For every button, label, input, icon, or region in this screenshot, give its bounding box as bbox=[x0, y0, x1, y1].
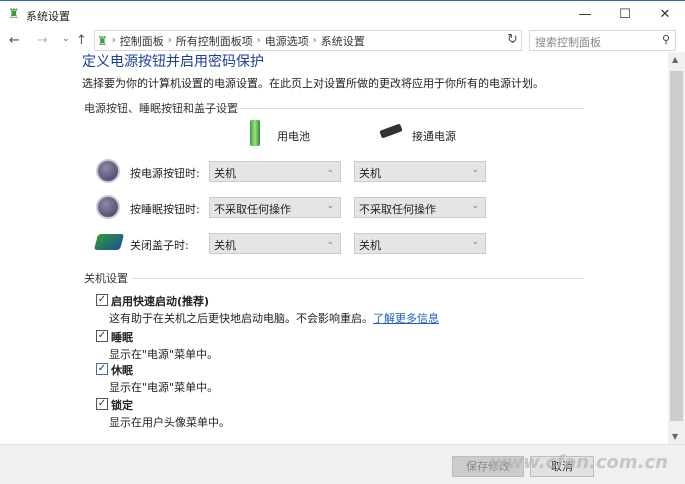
row-label: 关闭盖子时: bbox=[130, 239, 189, 252]
minimize-button[interactable]: — bbox=[565, 3, 605, 27]
plugged-column-label: 接通电源 bbox=[412, 130, 456, 143]
fast-startup-desc: 这有助于在关机之后更快地启动电脑。不会影响重启。了解更多信息 bbox=[109, 310, 439, 326]
chevron-down-icon: ⌄ bbox=[326, 201, 334, 211]
fast-startup-label: 启用快速启动(推荐) bbox=[111, 295, 210, 308]
forward-button[interactable]: → bbox=[37, 33, 48, 48]
search-icon[interactable]: ⚲ bbox=[662, 33, 670, 46]
chevron-down-icon: ⌄ bbox=[326, 165, 334, 175]
power-plug-icon bbox=[379, 123, 403, 139]
lock-checkbox[interactable]: ✓ bbox=[96, 398, 108, 410]
sleep-button-battery-select[interactable]: 不采取任何操作 ⌄ bbox=[209, 197, 341, 218]
battery-column-label: 用电池 bbox=[277, 130, 310, 143]
battery-icon bbox=[250, 120, 260, 146]
sleep-label: 睡眠 bbox=[111, 331, 133, 344]
power-button-battery-select[interactable]: 关机 ⌄ bbox=[209, 161, 341, 182]
address-row: ← → ⌄ ↑ ♜ › 控制面板 › 所有控制面板项 › 电源选项 › 系统设置… bbox=[0, 30, 685, 52]
option-description: 显示在"电源"菜单中。 bbox=[109, 348, 219, 361]
page-title: 定义电源按钮并启用密码保护 bbox=[82, 54, 264, 70]
divider bbox=[232, 108, 584, 109]
lid-close-plugged-select[interactable]: 关机 ⌄ bbox=[354, 233, 486, 254]
sleep-checkbox[interactable]: ✓ bbox=[96, 330, 108, 342]
buttons-section-label: 电源按钮、睡眠按钮和盖子设置 bbox=[84, 102, 238, 115]
up-button[interactable]: ↑ bbox=[76, 33, 87, 48]
breadcrumb-item[interactable]: 电源选项 bbox=[265, 33, 309, 49]
hibernate-label: 休眠 bbox=[111, 364, 133, 377]
scroll-down-icon[interactable]: ▼ bbox=[672, 432, 678, 441]
row-label: 按睡眠按钮时: bbox=[130, 203, 200, 216]
divider bbox=[132, 278, 584, 279]
selected-value: 关机 bbox=[214, 239, 236, 252]
selected-value: 关机 bbox=[359, 167, 381, 180]
chevron-right-icon: › bbox=[167, 35, 172, 46]
shutdown-section-label: 关机设置 bbox=[84, 272, 128, 285]
hibernate-checkbox[interactable]: ✓ bbox=[96, 363, 108, 375]
chevron-down-icon: ⌄ bbox=[471, 165, 479, 175]
lid-close-battery-select[interactable]: 关机 ⌄ bbox=[209, 233, 341, 254]
option-description: 显示在用户头像菜单中。 bbox=[109, 416, 230, 429]
title-bar: ♜ 系统设置 — ☐ ✕ bbox=[0, 0, 685, 28]
recent-locations-button[interactable]: ⌄ bbox=[62, 34, 70, 44]
content-area: 定义电源按钮并启用密码保护 选择要为你的计算机设置的电源设置。在此页上对设置所做… bbox=[0, 52, 668, 444]
laptop-lid-icon bbox=[93, 234, 125, 250]
lock-label: 锁定 bbox=[111, 399, 133, 412]
search-placeholder: 搜索控制面板 bbox=[535, 36, 601, 49]
sleep-button-plugged-select[interactable]: 不采取任何操作 ⌄ bbox=[354, 197, 486, 218]
watermark: www.cfan.com.cn bbox=[490, 452, 668, 473]
scroll-up-icon[interactable]: ▲ bbox=[672, 55, 678, 64]
chevron-right-icon: › bbox=[111, 35, 116, 46]
back-button[interactable]: ← bbox=[9, 33, 20, 48]
close-button[interactable]: ✕ bbox=[645, 3, 685, 27]
search-input[interactable]: 搜索控制面板 ⚲ bbox=[529, 30, 676, 51]
learn-more-link[interactable]: 了解更多信息 bbox=[373, 312, 439, 325]
breadcrumb-item[interactable]: 控制面板 bbox=[120, 33, 164, 49]
breadcrumb-item[interactable]: 系统设置 bbox=[321, 33, 365, 49]
selected-value: 关机 bbox=[359, 239, 381, 252]
chevron-right-icon: › bbox=[312, 35, 317, 46]
row-label: 按电源按钮时: bbox=[130, 167, 200, 180]
breadcrumb-item[interactable]: 所有控制面板项 bbox=[176, 33, 253, 49]
chevron-down-icon: ⌄ bbox=[471, 237, 479, 247]
sleep-button-icon bbox=[96, 195, 120, 219]
selected-value: 不采取任何操作 bbox=[359, 203, 436, 216]
refresh-button[interactable]: ↻ bbox=[507, 32, 518, 47]
control-panel-icon: ♜ bbox=[8, 7, 20, 22]
window-title: 系统设置 bbox=[26, 10, 70, 23]
chevron-right-icon: › bbox=[256, 35, 261, 46]
chevron-down-icon: ⌄ bbox=[471, 201, 479, 211]
maximize-button[interactable]: ☐ bbox=[605, 3, 645, 27]
option-description: 这有助于在关机之后更快地启动电脑。不会影响重启。 bbox=[109, 312, 373, 325]
chevron-down-icon: ⌄ bbox=[326, 237, 334, 247]
control-panel-icon: ♜ bbox=[97, 33, 108, 48]
fast-startup-checkbox[interactable]: ✓ bbox=[96, 294, 108, 306]
selected-value: 不采取任何操作 bbox=[214, 203, 291, 216]
scrollbar-thumb[interactable] bbox=[670, 71, 683, 421]
power-button-plugged-select[interactable]: 关机 ⌄ bbox=[354, 161, 486, 182]
page-description: 选择要为你的计算机设置的电源设置。在此页上对设置所做的更改将应用于你所有的电源计… bbox=[82, 77, 544, 90]
selected-value: 关机 bbox=[214, 167, 236, 180]
address-bar[interactable]: ♜ › 控制面板 › 所有控制面板项 › 电源选项 › 系统设置 ⌄ bbox=[94, 30, 522, 51]
power-button-icon bbox=[96, 159, 120, 183]
option-description: 显示在"电源"菜单中。 bbox=[109, 381, 219, 394]
